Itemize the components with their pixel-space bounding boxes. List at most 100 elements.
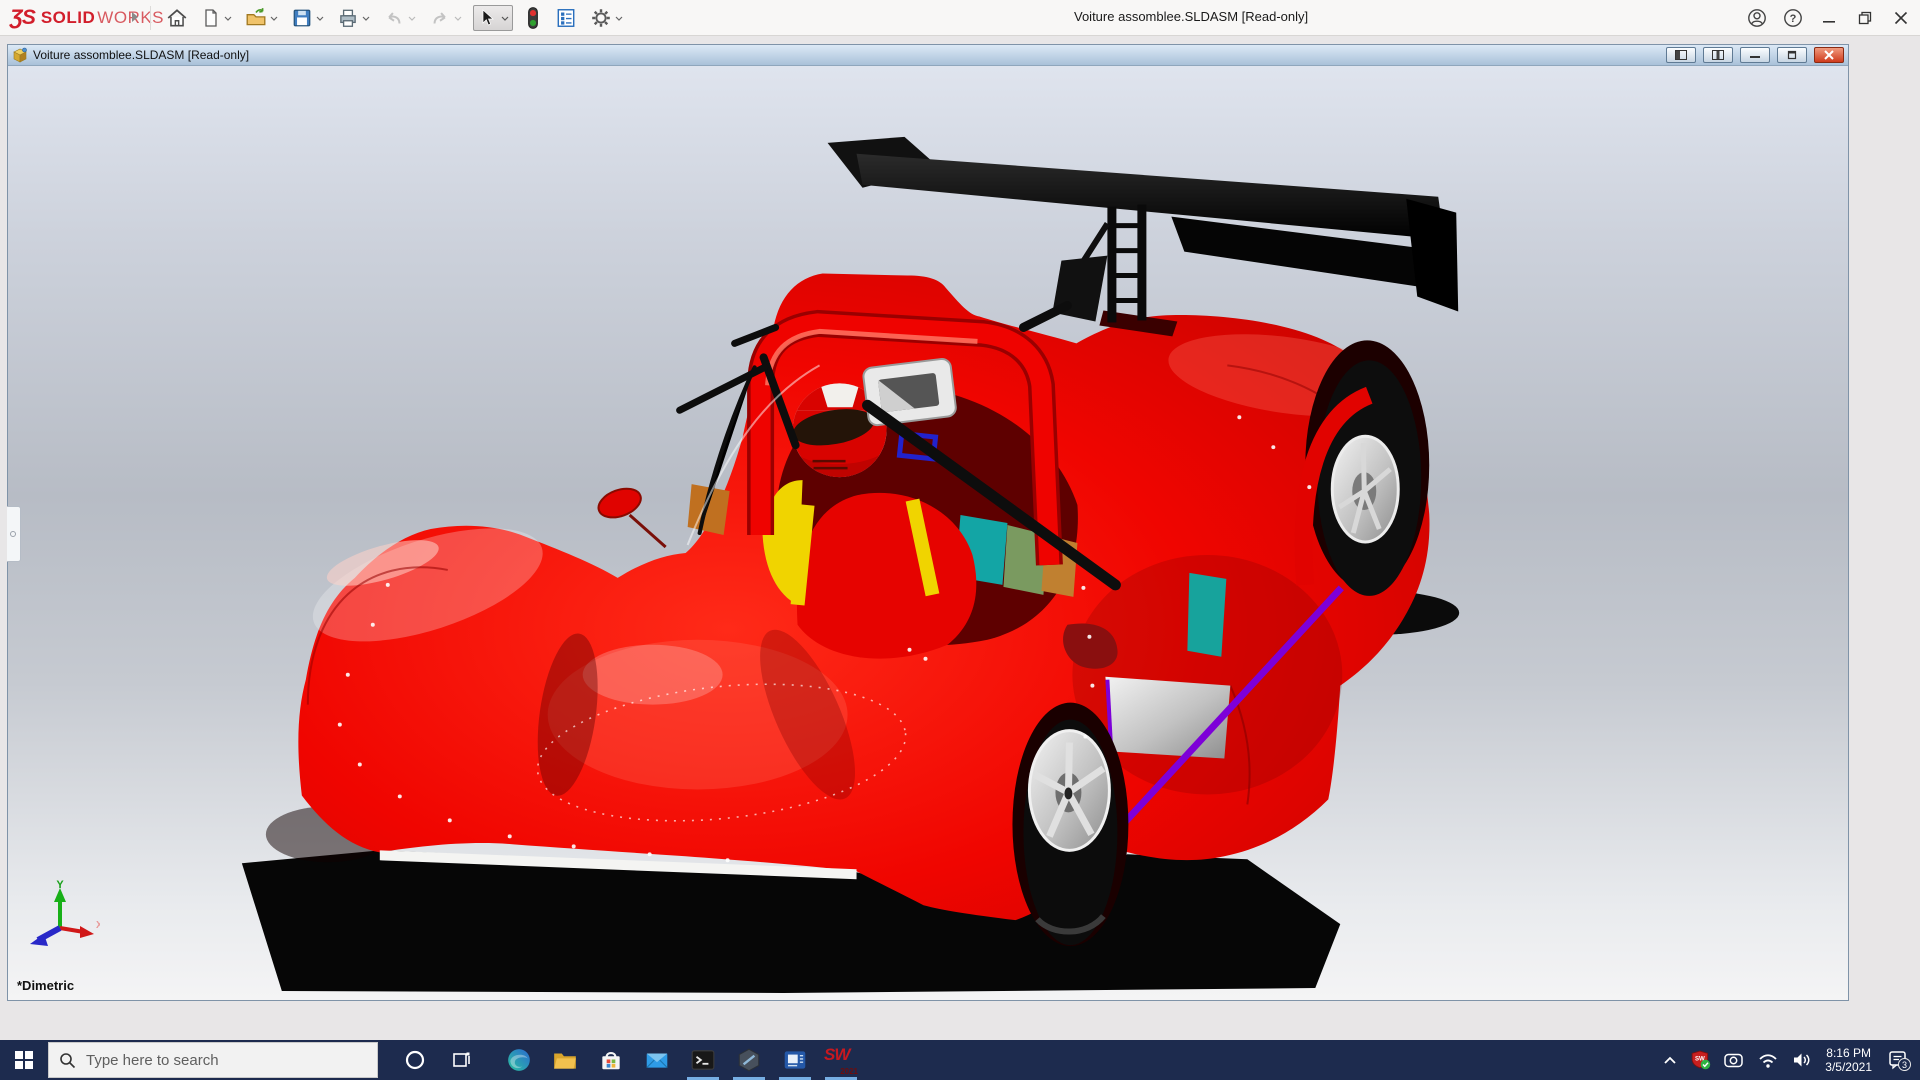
collapsed-pane-tab[interactable] <box>7 506 21 562</box>
gear-icon <box>592 9 610 27</box>
solidworks-monitor-icon[interactable]: SW <box>1691 1050 1711 1070</box>
print-icon <box>340 9 356 27</box>
new-document-button[interactable] <box>199 5 234 31</box>
taskbar: SW 2021 SW <box>0 1040 1920 1080</box>
action-center-button[interactable]: 3 <box>1884 1045 1914 1075</box>
close-button[interactable] <box>1890 7 1912 29</box>
help-icon: ? <box>1784 9 1802 27</box>
chevron-down-icon[interactable] <box>224 16 232 21</box>
mail-icon <box>646 1053 668 1068</box>
search-input[interactable] <box>86 1051 336 1069</box>
windows-logo-icon <box>15 1051 33 1069</box>
document-title: Voiture assomblee.SLDASM [Read-only] <box>33 48 250 62</box>
taskbar-search[interactable] <box>48 1042 378 1078</box>
desktop: ƷS SOLID WORKS Voiture assomblee.SLDASM … <box>0 0 1920 1080</box>
open-button[interactable] <box>243 5 280 31</box>
home-icon <box>167 9 187 27</box>
tray-clock[interactable]: 8:16 PM 3/5/2021 <box>1825 1046 1872 1074</box>
help-button[interactable]: ? <box>1782 7 1804 29</box>
document-window: Voiture assomblee.SLDASM [Read-only] Y X… <box>7 44 1849 1001</box>
volume-icon[interactable] <box>1791 1050 1813 1070</box>
search-icon <box>60 1052 76 1068</box>
svg-text:?: ? <box>1790 13 1797 25</box>
terminal-icon <box>691 1050 715 1070</box>
edge-icon <box>508 1049 530 1071</box>
hexagon-app-icon <box>738 1048 760 1072</box>
taskbar-app-solidworks[interactable]: SW 2021 <box>818 1040 864 1080</box>
taskbar-app-store[interactable] <box>588 1040 634 1080</box>
doc-pane-split-button[interactable] <box>1703 47 1733 63</box>
file-explorer-icon <box>554 1053 576 1069</box>
rear-left-wheel[interactable] <box>1012 702 1129 947</box>
restore-icon <box>1858 11 1872 25</box>
doc-restore-button[interactable] <box>1777 47 1807 63</box>
view-orientation-label: *Dimetric <box>17 978 75 993</box>
tray-date: 3/5/2021 <box>1825 1060 1872 1074</box>
pane-tab-dot <box>10 531 16 537</box>
triad-x-label: X <box>96 920 100 931</box>
chevron-down-icon[interactable] <box>615 16 623 21</box>
undo-icon <box>388 12 401 24</box>
minimize-icon <box>1823 21 1835 23</box>
side-window <box>1187 572 1227 657</box>
save-button[interactable] <box>289 5 326 31</box>
taskbar-app-file-explorer[interactable] <box>542 1040 588 1080</box>
app-title: Voiture assomblee.SLDASM [Read-only] <box>1074 9 1309 24</box>
taskbar-app-terminal[interactable] <box>680 1040 726 1080</box>
meet-now-icon[interactable] <box>1723 1050 1745 1070</box>
taskbar-app-hexagon[interactable] <box>726 1040 772 1080</box>
doc-minimize-button[interactable] <box>1740 47 1770 63</box>
logo-mark: ƷS <box>10 6 36 29</box>
chevron-down-icon[interactable] <box>362 16 370 21</box>
document-titlebar[interactable]: Voiture assomblee.SLDASM [Read-only] <box>8 45 1848 66</box>
car-3d-model[interactable] <box>8 66 1848 1000</box>
restore-icon <box>1787 50 1797 60</box>
restore-button[interactable] <box>1854 7 1876 29</box>
undo-button[interactable] <box>381 5 418 31</box>
minimize-button[interactable] <box>1818 7 1840 29</box>
redo-icon <box>433 12 446 24</box>
menu-flyout-arrow-icon[interactable] <box>131 11 139 23</box>
chevron-down-icon <box>454 16 462 21</box>
solidworks-2021-icon: SW 2021 <box>824 1045 858 1076</box>
redo-button[interactable] <box>427 5 464 31</box>
evaluate-button[interactable] <box>553 5 579 31</box>
home-button[interactable] <box>164 5 190 31</box>
doc-close-button[interactable] <box>1814 47 1844 63</box>
options-button[interactable] <box>588 5 625 31</box>
select-tool-button[interactable] <box>473 5 513 31</box>
account-button[interactable] <box>1746 7 1768 29</box>
chevron-down-icon[interactable] <box>501 16 509 21</box>
performance-evaluation-button[interactable] <box>522 4 544 32</box>
cortana-icon <box>405 1050 425 1070</box>
notification-count: 3 <box>1902 1060 1907 1070</box>
wifi-icon[interactable] <box>1757 1050 1779 1070</box>
traffic-light-icon <box>528 7 538 29</box>
tray-chevron-up-icon[interactable] <box>1661 1051 1679 1069</box>
new-document-icon <box>205 9 217 27</box>
save-icon <box>293 9 311 27</box>
taskbar-app-window[interactable] <box>772 1040 818 1080</box>
taskbar-app-mail[interactable] <box>634 1040 680 1080</box>
chevron-down-icon[interactable] <box>316 16 324 21</box>
solidworks-logo: ƷS SOLID WORKS <box>10 6 164 30</box>
assembly-icon <box>13 47 27 63</box>
chevron-down-icon <box>408 16 416 21</box>
main-toolbar <box>164 0 625 36</box>
account-icon <box>1748 9 1766 27</box>
system-tray: SW 8:16 PM 3/5/2021 3 <box>1661 1040 1914 1080</box>
print-button[interactable] <box>335 5 372 31</box>
side-mirror <box>597 487 667 549</box>
viewport-3d[interactable]: Y X *Dimetric <box>7 66 1848 1000</box>
doc-pane-left-button[interactable] <box>1666 47 1696 63</box>
orientation-triad: Y X <box>30 879 100 946</box>
window-app-icon <box>784 1051 806 1069</box>
cortana-button[interactable] <box>392 1040 438 1080</box>
start-button[interactable] <box>0 1040 48 1080</box>
chevron-down-icon[interactable] <box>270 16 278 21</box>
pane-split-icon <box>1712 50 1724 60</box>
taskbar-app-edge[interactable] <box>496 1040 542 1080</box>
sill-panel <box>1105 676 1231 759</box>
task-view-button[interactable] <box>438 1040 484 1080</box>
document-window-controls <box>1666 47 1844 63</box>
